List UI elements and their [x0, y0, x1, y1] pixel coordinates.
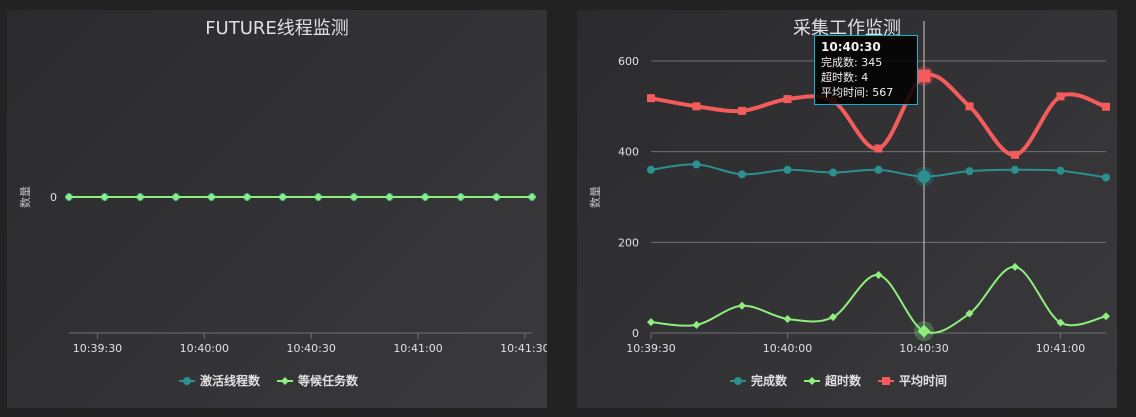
legend-label: 超时数	[824, 373, 862, 388]
legend-label: 激活线程数	[200, 373, 261, 388]
data-point	[965, 167, 974, 176]
legend-label: 等候任务数	[297, 373, 359, 388]
data-point	[783, 165, 792, 174]
y-tick-label: 200	[618, 236, 639, 249]
data-point	[692, 320, 701, 329]
data-point	[917, 170, 931, 184]
tooltip-time: 10:40:30	[821, 40, 881, 54]
collection-work-chart-panel: 采集工作监测 数量 0 200 400 600 10:39:30 10:40:00 10:40:…	[577, 10, 1117, 408]
data-point	[965, 102, 974, 111]
data-point	[738, 106, 746, 115]
x-tick-label: 10:41:30	[500, 342, 547, 355]
y-tick-label: 0	[632, 327, 639, 340]
data-point	[783, 314, 792, 323]
data-point	[874, 270, 883, 279]
x-tick-label: 10:40:00	[180, 342, 229, 355]
x-tick-label: 10:41:00	[1036, 342, 1085, 355]
data-point	[1056, 166, 1065, 175]
data-point	[917, 69, 931, 83]
data-point	[647, 165, 655, 174]
data-point	[1011, 165, 1019, 174]
data-point	[1102, 312, 1110, 321]
chart-tooltip: 10:40:30 完成数: 345 超时数: 4 平均时间: 567	[814, 35, 918, 105]
tooltip-line-avg-time: 平均时间: 567	[821, 86, 894, 99]
legend-symbol-marker	[183, 377, 191, 385]
legend-symbol-marker	[281, 377, 289, 385]
data-point	[1011, 150, 1019, 159]
legend-symbol-marker	[882, 377, 890, 385]
data-point	[1011, 262, 1019, 271]
data-point	[647, 318, 655, 327]
y-tick-label: 0	[50, 191, 57, 204]
legend-symbol-marker	[808, 377, 816, 385]
data-point	[692, 102, 701, 111]
future-thread-chart-panel: FUTURE线程监测数量 0 10:39:30 10:40:00 10:40:30 10:…	[7, 10, 547, 408]
legend-symbol-marker	[734, 377, 742, 385]
data-point	[738, 170, 746, 179]
x-tick-label: 10:39:30	[626, 342, 675, 355]
x-tick-label: 10:40:30	[899, 342, 948, 355]
future-thread-chart: FUTURE线程监测数量 0 10:39:30 10:40:00 10:40:30 10:…	[19, 18, 547, 388]
data-point	[829, 168, 837, 177]
x-tick-label: 10:40:00	[763, 342, 812, 355]
data-point	[783, 95, 792, 104]
data-point	[874, 165, 883, 174]
legend-label: 完成数	[751, 373, 788, 388]
y-axis-label: 数量	[19, 186, 32, 208]
data-point	[1102, 102, 1110, 111]
x-tick-label: 10:41:00	[393, 342, 442, 355]
data-point	[647, 94, 655, 103]
data-point	[738, 301, 746, 310]
legend-label: 平均时间	[899, 373, 947, 388]
chart-title: FUTURE线程监测	[205, 18, 349, 39]
tooltip-line-timeout: 超时数: 4	[821, 71, 869, 84]
tooltip-line-completed: 完成数: 345	[821, 56, 883, 69]
x-tick-label: 10:39:30	[73, 342, 122, 355]
y-axis-label: 数量	[589, 186, 602, 208]
x-tick-label: 10:40:30	[286, 342, 335, 355]
data-point	[1102, 173, 1110, 182]
data-point	[1056, 92, 1065, 101]
data-point	[692, 160, 701, 169]
y-tick-label: 600	[618, 55, 639, 68]
y-tick-label: 400	[618, 146, 639, 159]
data-point	[874, 144, 883, 153]
